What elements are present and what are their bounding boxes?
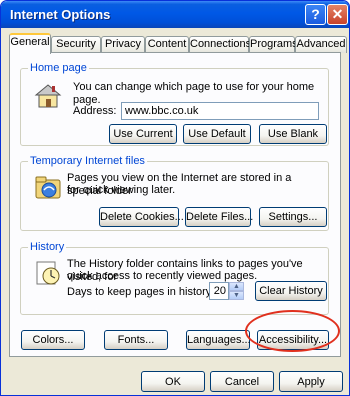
home-page-group-title: Home page [28,62,89,74]
tab-advanced[interactable]: Advanced [295,36,347,53]
tab-programs[interactable]: Programs [249,36,298,53]
colors-button[interactable]: Colors... [21,330,85,350]
history-group-title: History [28,241,67,253]
temp-files-icon [33,172,63,202]
tab-privacy[interactable]: Privacy [101,36,145,53]
home-page-icon [33,81,63,111]
history-group: History The History folder contains link… [20,241,329,315]
spin-up-icon[interactable]: ▲ [229,282,244,291]
home-page-group: Home page You can change which page to u… [20,62,329,146]
help-button[interactable]: ? [305,4,326,25]
delete-files-button[interactable]: Delete Files... [185,207,253,227]
address-input[interactable] [121,102,319,120]
address-label: Address: [73,105,117,117]
clear-history-button[interactable]: Clear History [255,281,327,301]
temp-files-group: Temporary Internet files Pages you view … [20,155,329,231]
languages-button[interactable]: Languages... [186,330,251,350]
settings-button[interactable]: Settings... [259,207,327,227]
temp-files-group-title: Temporary Internet files [28,155,147,167]
temp-files-description-line2: for quick viewing later. [67,184,176,196]
days-to-keep-input[interactable]: 20 [209,282,229,300]
accessibility-highlight-circle [245,310,340,352]
apply-button[interactable]: Apply [279,371,343,392]
delete-cookies-button[interactable]: Delete Cookies... [99,207,184,227]
close-button[interactable]: ✕ [327,4,348,25]
cancel-button[interactable]: Cancel [210,371,274,392]
ok-button[interactable]: OK [141,371,205,392]
tab-content[interactable]: Content [145,36,189,53]
tab-general[interactable]: General [9,33,51,54]
use-default-button[interactable]: Use Default [183,124,251,144]
days-spinner[interactable]: ▲ ▼ [229,282,244,300]
use-blank-button[interactable]: Use Blank [259,124,327,144]
spin-down-icon[interactable]: ▼ [229,291,244,300]
history-icon [33,258,63,288]
title-bar[interactable]: Internet Options ? ✕ [1,1,349,28]
tab-security[interactable]: Security [51,36,101,53]
window-title: Internet Options [10,7,111,22]
days-to-keep-label: Days to keep pages in history: [67,286,215,298]
fonts-button[interactable]: Fonts... [104,330,168,350]
use-current-button[interactable]: Use Current [109,124,177,144]
internet-options-window: Internet Options ? ✕ General Security Pr… [0,0,350,396]
tab-connections[interactable]: Connections [189,36,251,53]
